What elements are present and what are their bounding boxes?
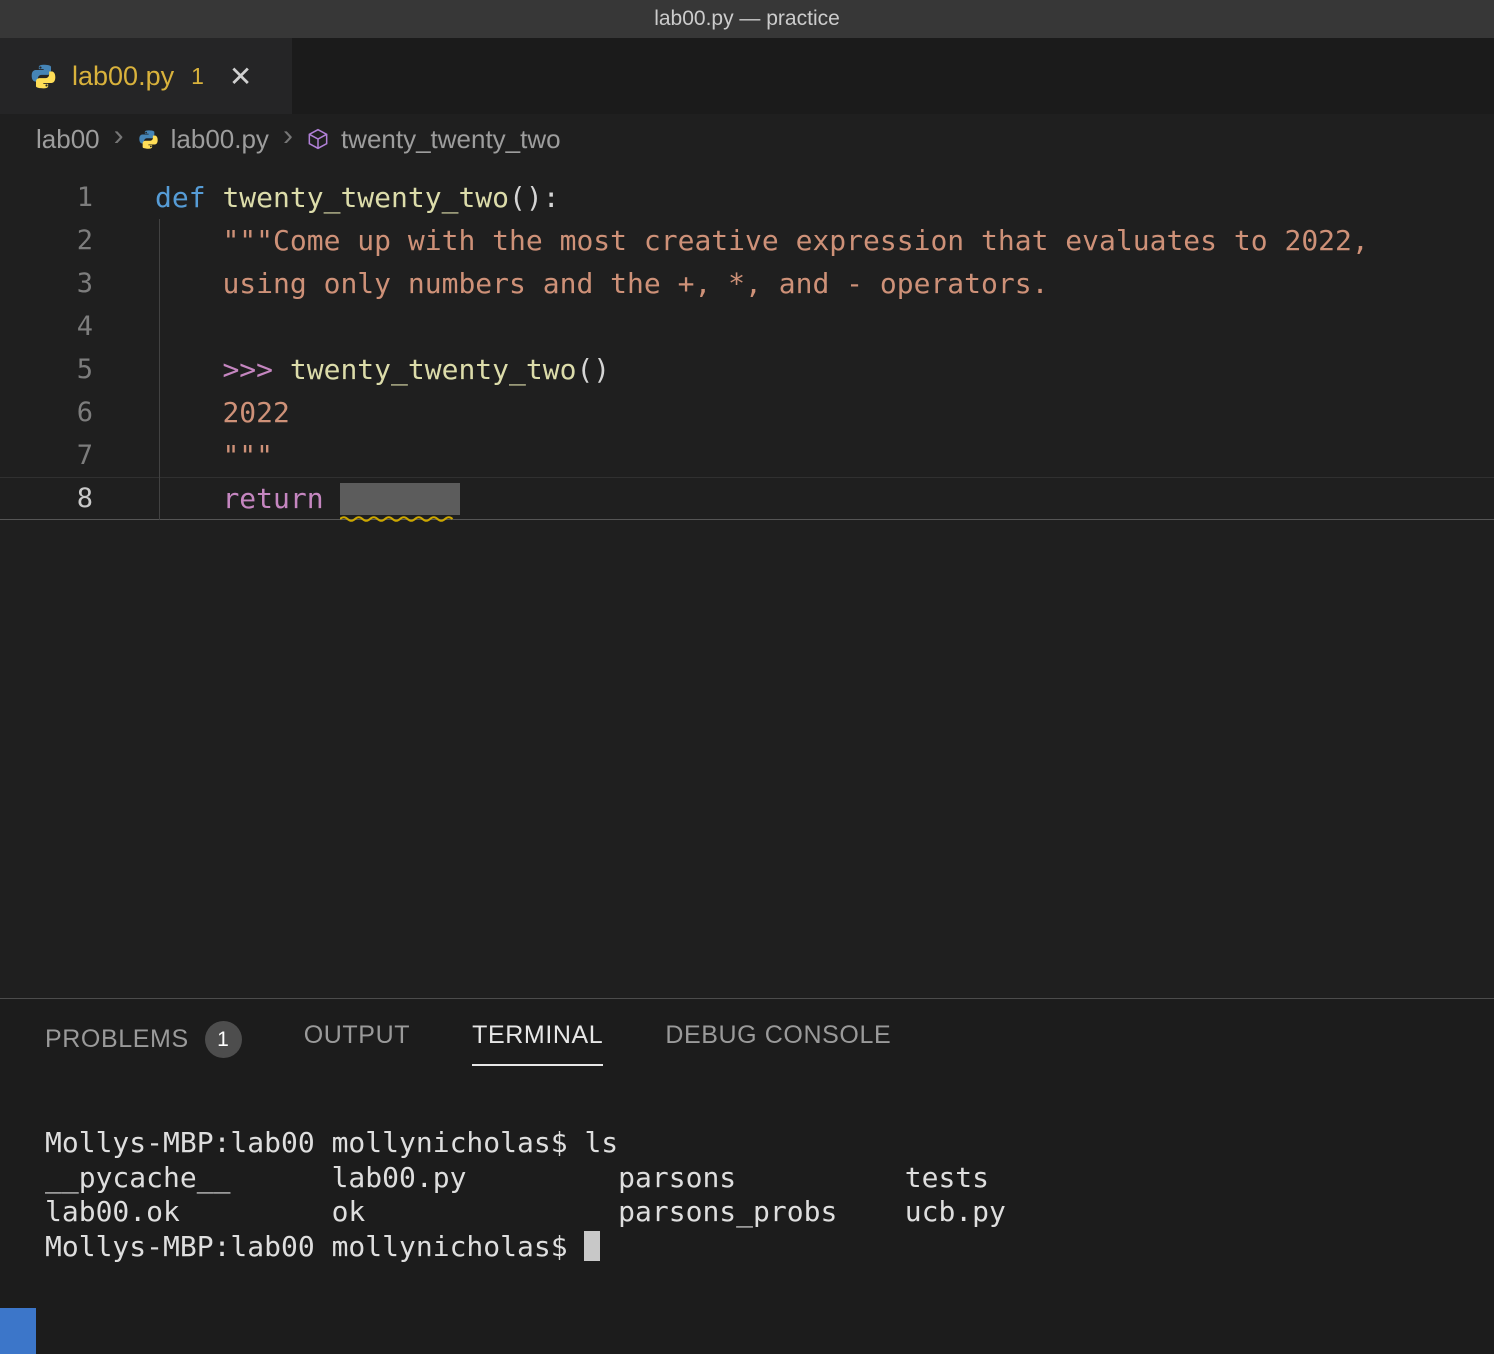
python-icon bbox=[30, 63, 57, 90]
chevron-right-icon: › bbox=[112, 119, 126, 159]
tab-debug-console[interactable]: DEBUG CONSOLE bbox=[665, 1021, 891, 1066]
python-icon bbox=[138, 129, 159, 150]
code-line[interactable]: 7 """ bbox=[0, 434, 1494, 477]
editor-tab[interactable]: lab00.py 1 ✕ bbox=[0, 38, 292, 114]
vscode-window: lab00.py — practice lab00.py 1 ✕ lab00 ›… bbox=[0, 0, 1494, 1354]
code-editor[interactable]: 1def twenty_twenty_two():2 """Come up wi… bbox=[0, 164, 1494, 998]
problems-count-badge: 1 bbox=[205, 1021, 242, 1058]
tab-filename: lab00.py bbox=[72, 61, 174, 92]
bottom-panel: PROBLEMS 1 OUTPUT TERMINAL DEBUG CONSOLE… bbox=[0, 998, 1494, 1354]
tab-output-label: OUTPUT bbox=[304, 1021, 410, 1050]
line-number: 4 bbox=[0, 305, 155, 348]
code-line[interactable]: 6 2022 bbox=[0, 391, 1494, 434]
code-line[interactable]: 2 """Come up with the most creative expr… bbox=[0, 219, 1494, 262]
close-icon[interactable]: ✕ bbox=[229, 60, 252, 93]
titlebar[interactable]: lab00.py — practice bbox=[0, 0, 1494, 38]
selection-highlight bbox=[340, 483, 460, 515]
symbol-namespace-icon bbox=[307, 128, 329, 150]
code-text: return bbox=[155, 477, 460, 520]
line-number: 2 bbox=[0, 219, 155, 262]
code-text: """Come up with the most creative expres… bbox=[155, 219, 1369, 262]
terminal-line: __pycache__ lab00.py parsons tests bbox=[45, 1161, 1494, 1196]
indent-guide bbox=[159, 219, 160, 520]
panel-tab-bar[interactable]: PROBLEMS 1 OUTPUT TERMINAL DEBUG CONSOLE bbox=[0, 999, 1494, 1074]
tab-output[interactable]: OUTPUT bbox=[304, 1021, 410, 1066]
tab-bar[interactable]: lab00.py 1 ✕ bbox=[0, 38, 1494, 114]
line-number: 5 bbox=[0, 348, 155, 391]
breadcrumb-file[interactable]: lab00.py bbox=[171, 124, 269, 155]
tab-terminal-label: TERMINAL bbox=[472, 1021, 603, 1050]
code-text: 2022 bbox=[155, 391, 290, 434]
breadcrumb: lab00 › lab00.py › twenty_twenty_two bbox=[0, 114, 1494, 164]
chevron-right-icon: › bbox=[281, 119, 295, 159]
tab-problems[interactable]: PROBLEMS 1 bbox=[45, 1021, 242, 1074]
line-number: 1 bbox=[0, 176, 155, 219]
terminal-cursor bbox=[584, 1231, 600, 1261]
tab-problems-label: PROBLEMS bbox=[45, 1025, 189, 1054]
terminal-line: Mollys-MBP:lab00 mollynicholas$ ls bbox=[45, 1126, 1494, 1161]
line-number: 8 bbox=[0, 477, 155, 520]
code-line[interactable]: 8 return bbox=[0, 477, 1494, 520]
tab-debug-console-label: DEBUG CONSOLE bbox=[665, 1021, 891, 1050]
code-line[interactable]: 4 bbox=[0, 305, 1494, 348]
code-text: """ bbox=[155, 434, 273, 477]
line-number: 3 bbox=[0, 262, 155, 305]
terminal-output[interactable]: Mollys-MBP:lab00 mollynicholas$ ls__pyca… bbox=[0, 1126, 1494, 1264]
terminal-line: Mollys-MBP:lab00 mollynicholas$ bbox=[45, 1230, 1494, 1265]
code-line[interactable]: 5 >>> twenty_twenty_two() bbox=[0, 348, 1494, 391]
code-line[interactable]: 3 using only numbers and the +, *, and -… bbox=[0, 262, 1494, 305]
line-number: 7 bbox=[0, 434, 155, 477]
code-line[interactable]: 1def twenty_twenty_two(): bbox=[0, 176, 1494, 219]
tab-problem-count: 1 bbox=[191, 63, 204, 90]
terminal-line: lab00.ok ok parsons_probs ucb.py bbox=[45, 1195, 1494, 1230]
window-title: lab00.py — practice bbox=[654, 7, 840, 31]
code-lines: 1def twenty_twenty_two():2 """Come up wi… bbox=[0, 176, 1494, 520]
code-text: >>> twenty_twenty_two() bbox=[155, 348, 610, 391]
tab-terminal[interactable]: TERMINAL bbox=[472, 1021, 603, 1066]
breadcrumb-folder[interactable]: lab00 bbox=[36, 124, 100, 155]
code-text: def twenty_twenty_two(): bbox=[155, 176, 560, 219]
breadcrumb-symbol[interactable]: twenty_twenty_two bbox=[341, 124, 561, 155]
code-text: using only numbers and the +, *, and - o… bbox=[155, 262, 1048, 305]
line-number: 6 bbox=[0, 391, 155, 434]
remote-indicator[interactable] bbox=[0, 1308, 36, 1354]
